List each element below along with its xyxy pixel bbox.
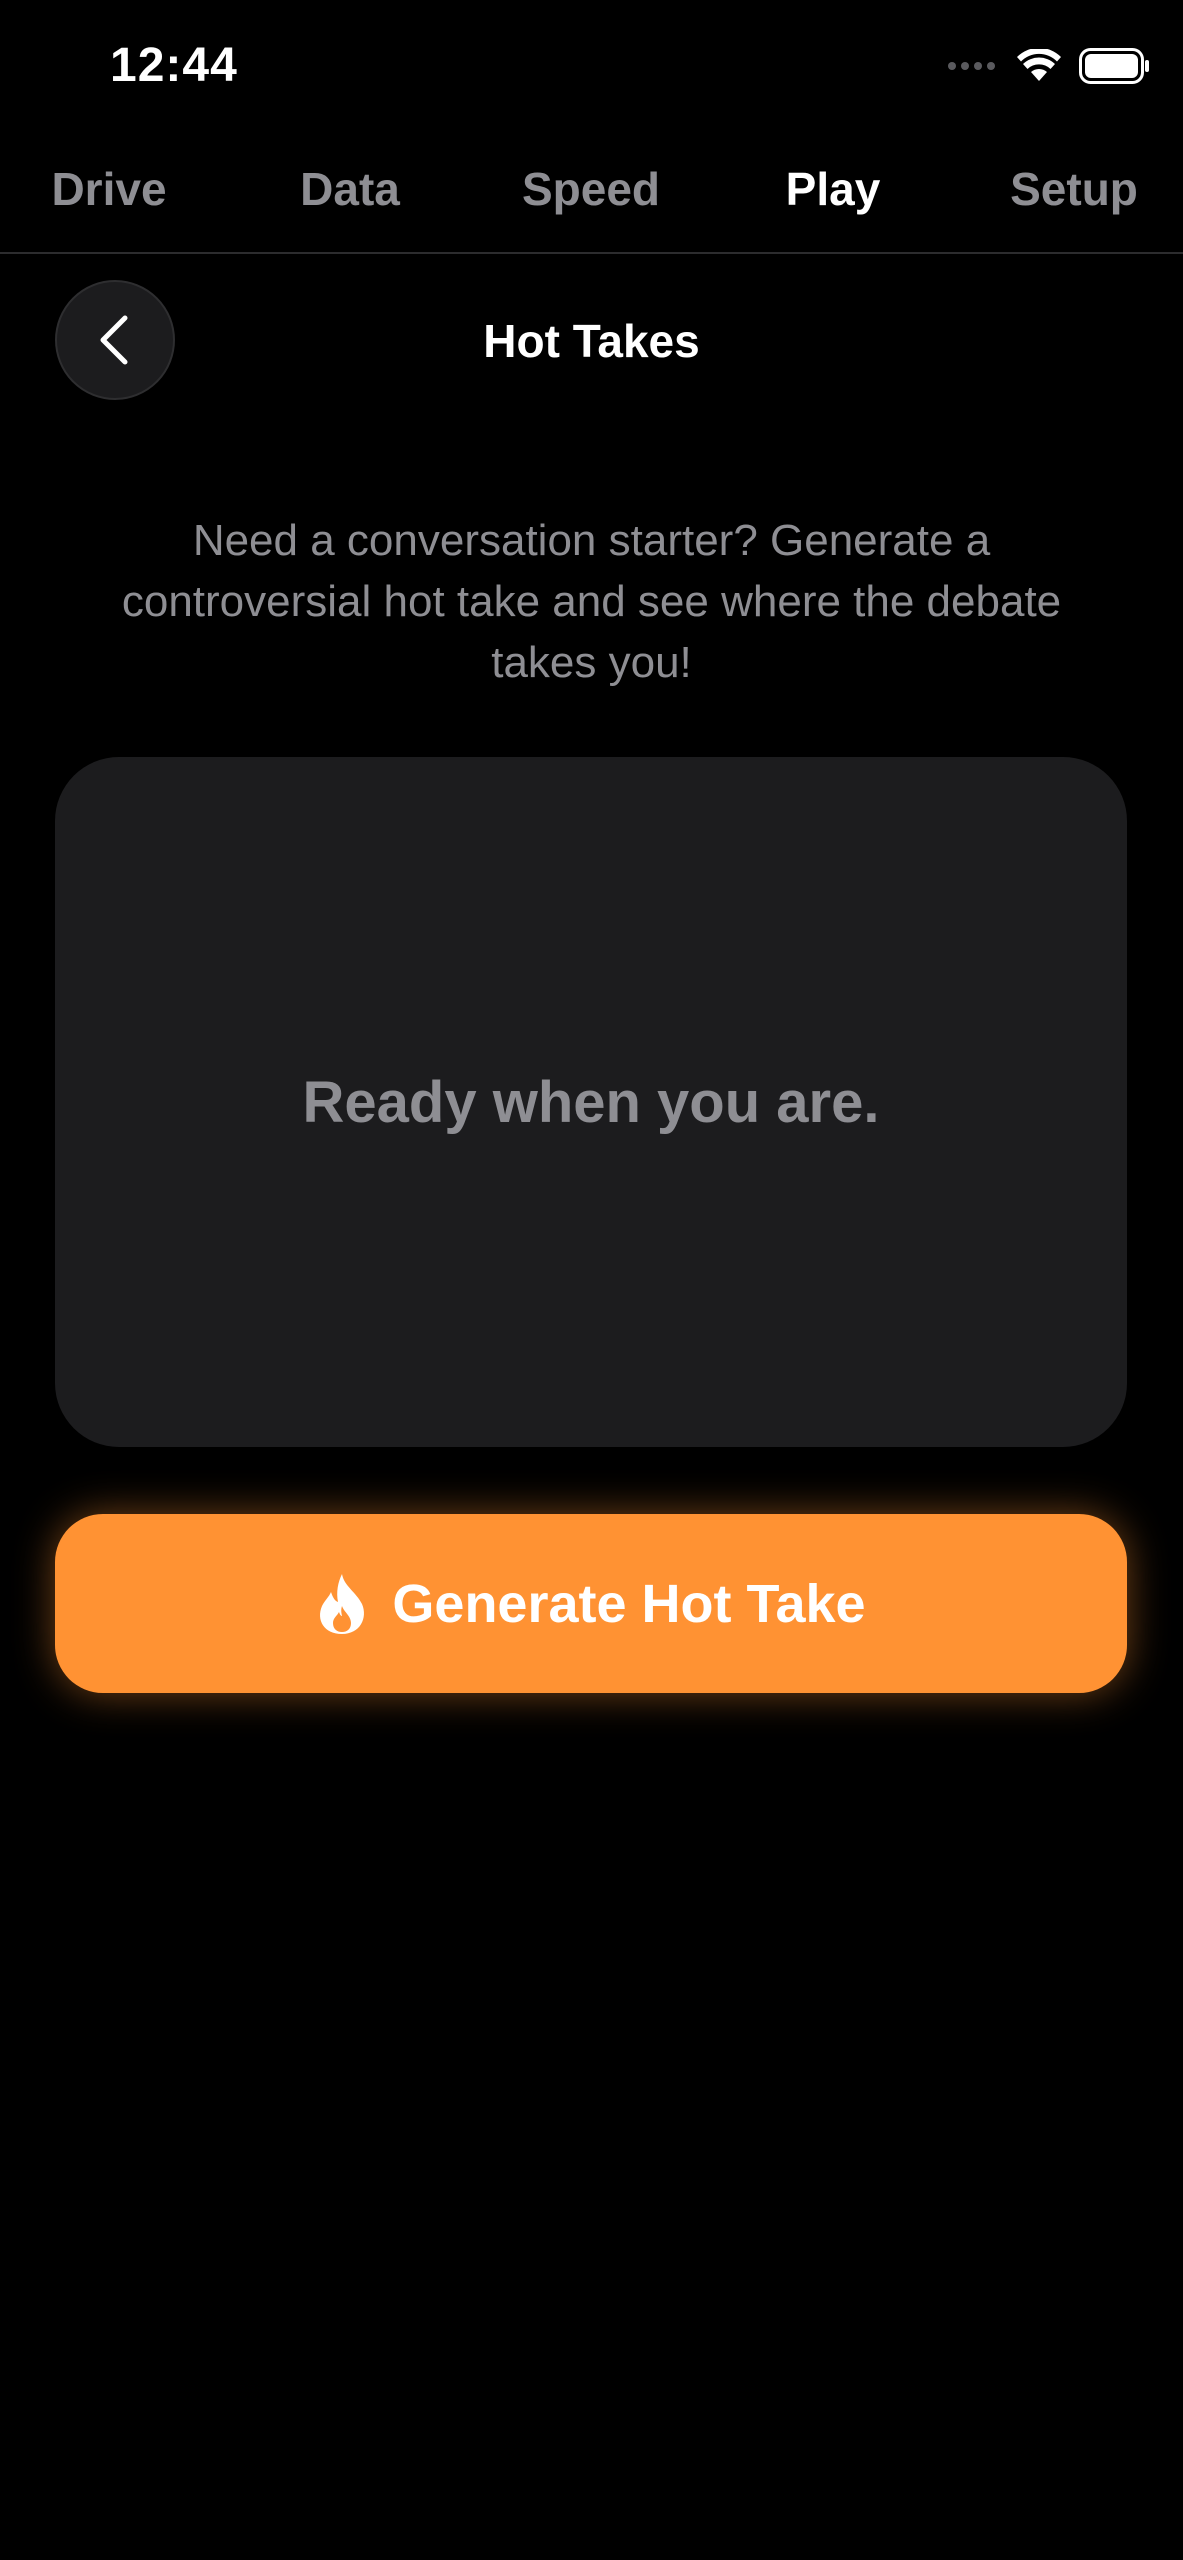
tab-data[interactable]: Data xyxy=(300,162,400,216)
page-title: Hot Takes xyxy=(483,315,700,367)
hot-take-card: Ready when you are. xyxy=(55,757,1127,1447)
status-bar: 12:44 xyxy=(0,0,1183,135)
description-text: Need a conversation starter? Generate a … xyxy=(121,516,1062,687)
tab-drive[interactable]: Drive xyxy=(51,162,166,216)
tab-play[interactable]: Play xyxy=(786,162,881,216)
battery-icon xyxy=(1079,48,1149,84)
hot-take-text: Ready when you are. xyxy=(302,1069,880,1135)
status-icons xyxy=(948,44,1151,88)
wifi-icon xyxy=(1017,49,1061,81)
status-time: 12:44 xyxy=(110,39,238,92)
tab-setup[interactable]: Setup xyxy=(1010,162,1138,216)
tab-speed[interactable]: Speed xyxy=(522,162,660,216)
flame-icon xyxy=(320,1573,365,1634)
cellular-signal-icon xyxy=(948,62,995,70)
top-tab-bar: Drive Data Speed Play Setup xyxy=(0,150,1183,254)
generate-button-label: Generate Hot Take xyxy=(392,1573,866,1634)
generate-hot-take-button[interactable]: Generate Hot Take xyxy=(55,1514,1127,1693)
